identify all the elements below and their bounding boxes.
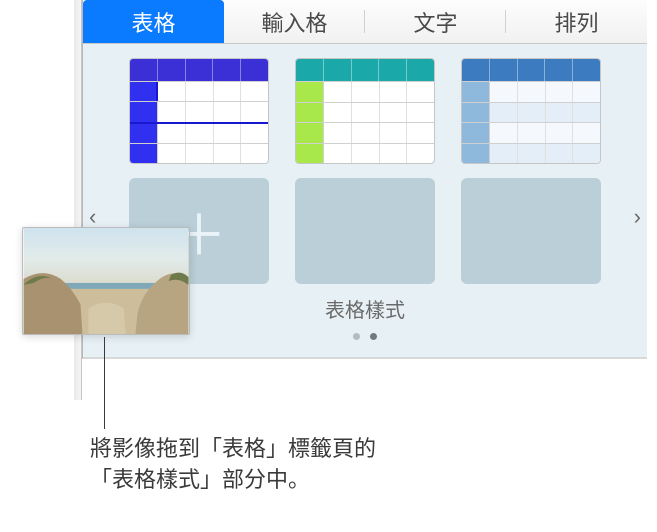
- table-style-3[interactable]: [461, 58, 601, 164]
- callout-line-2: 「表格樣式」部分中。: [90, 465, 376, 496]
- beach-photo-icon: [23, 228, 189, 334]
- tab-cell[interactable]: 輸入格: [224, 0, 365, 43]
- table-style-1[interactable]: [129, 58, 269, 164]
- table-style-2[interactable]: [295, 58, 435, 164]
- page-dot-2[interactable]: [370, 333, 377, 340]
- callout-text: 將影像拖到「表格」標籤頁的 「表格樣式」部分中。: [90, 434, 376, 496]
- tab-arrange[interactable]: 排列: [506, 0, 647, 43]
- empty-style-slot-2[interactable]: [461, 178, 601, 284]
- dragged-image-thumbnail[interactable]: [22, 227, 190, 335]
- empty-style-slot-1[interactable]: [295, 178, 435, 284]
- sidebar-edge: [74, 0, 82, 400]
- callout-line-1: 將影像拖到「表格」標籤頁的: [90, 434, 376, 465]
- tab-text[interactable]: 文字: [365, 0, 506, 43]
- table-styles-row: [105, 58, 625, 164]
- styles-next-button[interactable]: ›: [634, 204, 641, 230]
- inspector-tabbar: 表格 輸入格 文字 排列: [83, 0, 647, 44]
- callout-leader-line: [104, 337, 105, 429]
- page-dot-1[interactable]: [353, 333, 360, 340]
- tab-table[interactable]: 表格: [83, 0, 224, 43]
